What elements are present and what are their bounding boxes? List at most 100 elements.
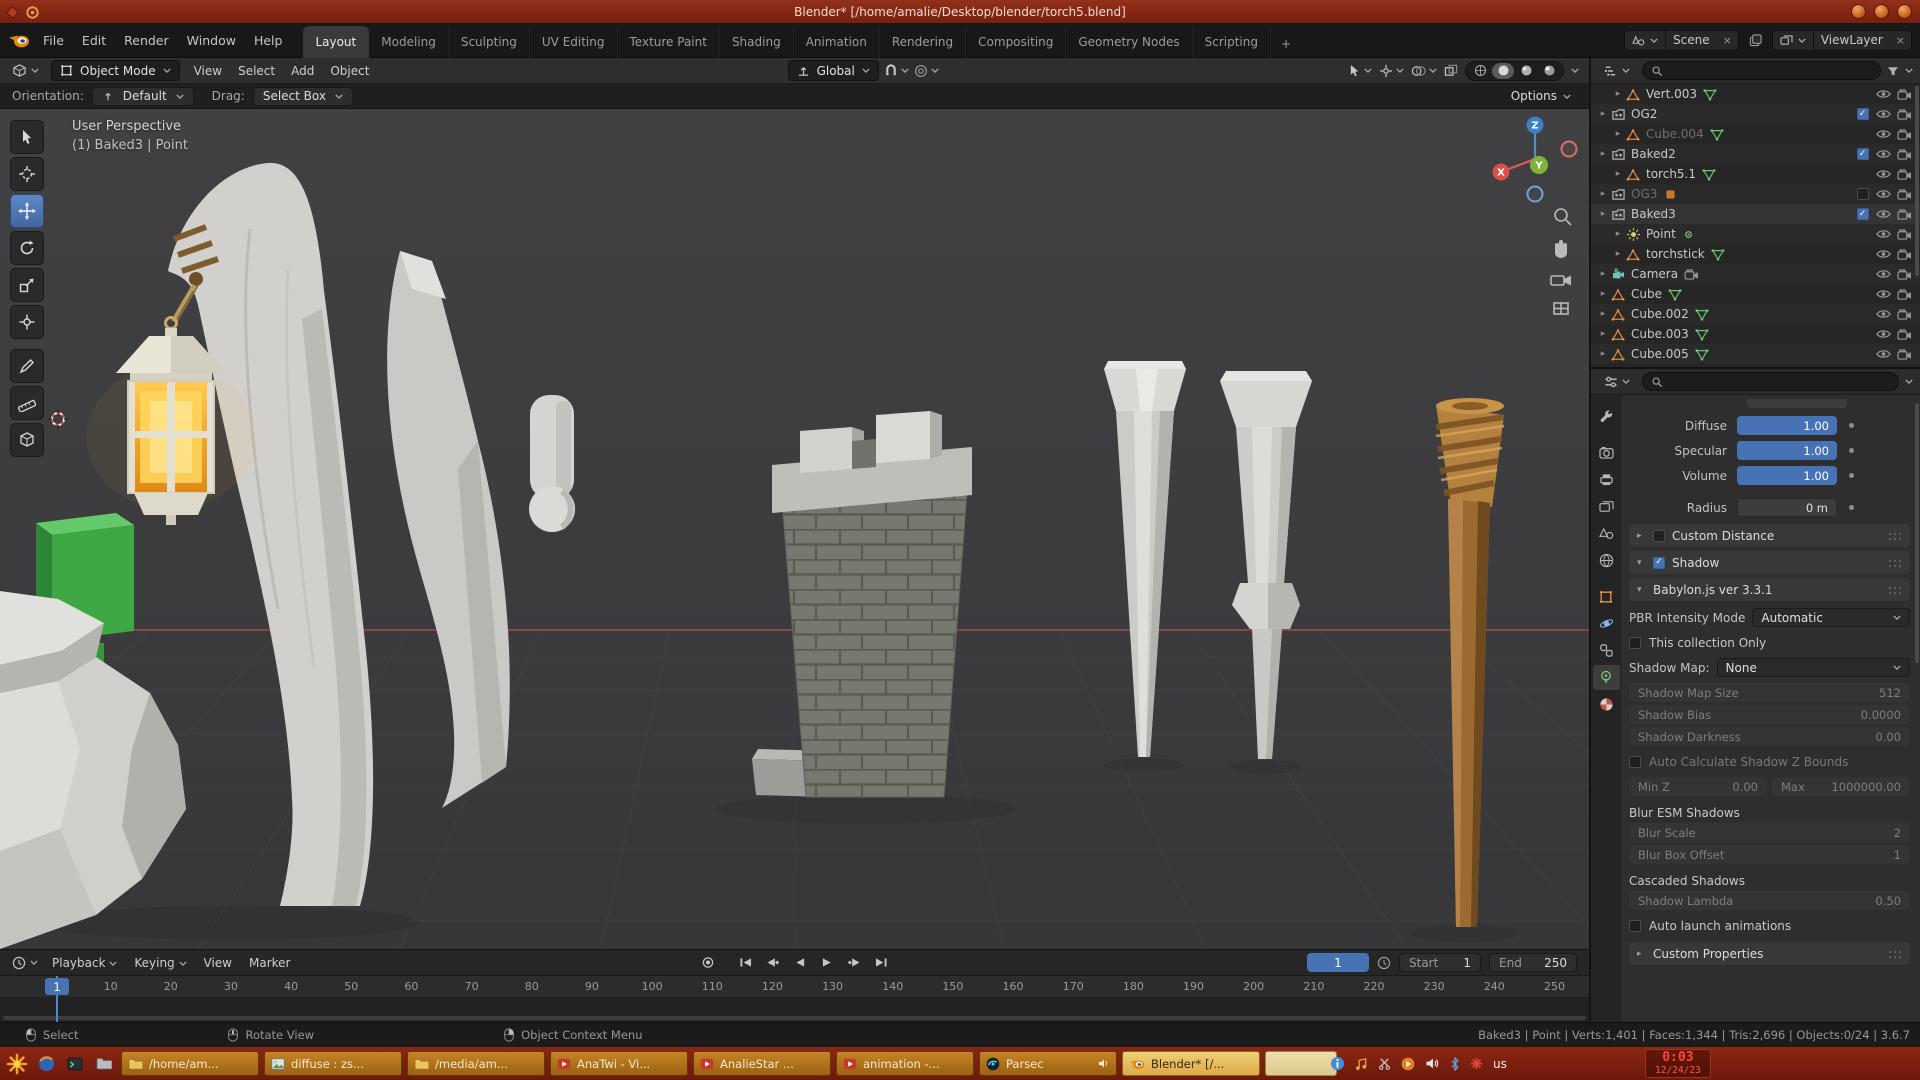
properties-tab-scene[interactable] xyxy=(1593,521,1620,546)
outliner-row-cube-003[interactable]: ▸ Cube.003 xyxy=(1591,324,1920,344)
radius-slider[interactable]: 0 m xyxy=(1737,498,1837,517)
tray-volume-icon[interactable] xyxy=(1425,1057,1440,1070)
outliner-scrollbar[interactable] xyxy=(1915,86,1919,276)
pbr-intensity-mode-dropdown[interactable]: Automatic xyxy=(1752,608,1910,627)
disable-in-renders-icon[interactable] xyxy=(1894,289,1915,300)
maximize-button[interactable] xyxy=(1874,4,1889,19)
expand-icon[interactable]: ▸ xyxy=(1597,109,1609,119)
shadow-map-dropdown[interactable]: None xyxy=(1717,658,1910,677)
snap-magnet-icon[interactable] xyxy=(884,64,909,78)
workspace-tab-layout[interactable]: Layout xyxy=(303,26,369,58)
clipped-property-row[interactable] xyxy=(1629,399,1910,411)
auto-keying-button[interactable] xyxy=(696,953,720,972)
new-scene-button[interactable] xyxy=(1749,33,1762,47)
workspace-tab-rendering[interactable]: Rendering xyxy=(880,26,966,58)
expand-icon[interactable]: ▸ xyxy=(1597,209,1609,219)
expand-icon[interactable]: ▸ xyxy=(1597,289,1609,299)
shading-wireframe-icon[interactable] xyxy=(1469,63,1491,79)
drag-dropdown[interactable]: Select Box xyxy=(253,87,353,106)
hide-in-viewport-icon[interactable] xyxy=(1873,308,1894,320)
terminal-launcher-icon[interactable] xyxy=(63,1051,87,1077)
previous-keyframe-button[interactable] xyxy=(761,953,785,972)
close-button[interactable] xyxy=(1897,4,1912,19)
outliner-options-chevron[interactable] xyxy=(1905,68,1913,73)
workspace-tab-animation[interactable]: Animation xyxy=(794,26,880,58)
expand-icon[interactable]: ▸ xyxy=(1597,309,1609,319)
menu-render[interactable]: Render xyxy=(115,30,178,51)
taskbar-window-anatwi-vi[interactable]: AnaTwi - Vi... xyxy=(550,1051,688,1076)
options-dropdown[interactable]: Options xyxy=(1511,89,1577,103)
proportional-editing-icon[interactable] xyxy=(914,64,939,78)
expand-icon[interactable]: ▸ xyxy=(1612,229,1624,239)
viewport-menu-object[interactable]: Object xyxy=(322,61,377,81)
menu-file[interactable]: File xyxy=(34,30,73,51)
properties-search-input[interactable] xyxy=(1642,372,1899,391)
hide-in-viewport-icon[interactable] xyxy=(1873,188,1894,200)
hide-in-viewport-icon[interactable] xyxy=(1873,248,1894,260)
specular-slider[interactable]: 1.00 xyxy=(1737,441,1837,460)
taskbar-window-parsec[interactable]: Parsec xyxy=(979,1051,1117,1076)
properties-tab-tool[interactable] xyxy=(1593,404,1620,429)
panel-custom-distance[interactable]: ▸ Custom Distance xyxy=(1629,524,1910,547)
this-collection-only-checkbox[interactable] xyxy=(1629,637,1641,649)
collection-exclude-checkbox[interactable] xyxy=(1857,188,1869,200)
timeline-menu-playback[interactable]: Playback xyxy=(44,953,125,973)
viewlayer-browse-button[interactable] xyxy=(1773,31,1813,50)
blur-box-offset-field[interactable]: Blur Box Offset1 xyxy=(1629,845,1910,864)
timeline-menu-keying[interactable]: Keying xyxy=(126,953,194,973)
taskbar-window-animation[interactable]: animation -... xyxy=(836,1051,974,1076)
max-field[interactable]: Max1000000.00 xyxy=(1772,777,1910,796)
timeline-strip[interactable]: 1102030405060708090100110120130140150160… xyxy=(0,976,1589,1022)
outliner-row-cube-002[interactable]: ▸ Cube.002 xyxy=(1591,304,1920,324)
workspace-tab-sculpting[interactable]: Sculpting xyxy=(449,26,530,58)
object-name[interactable]: Baked3 xyxy=(1631,207,1676,221)
properties-options-chevron[interactable] xyxy=(1905,379,1913,384)
timeline-ruler[interactable]: 1102030405060708090100110120130140150160… xyxy=(0,976,1589,998)
collection-exclude-checkbox[interactable]: ✓ xyxy=(1857,208,1869,220)
object-name[interactable]: Camera xyxy=(1631,267,1678,281)
panel-shadow[interactable]: ▾ ✓ Shadow xyxy=(1629,551,1910,574)
object-name[interactable]: Cube.004 xyxy=(1646,127,1704,141)
outliner-row-vert-003[interactable]: ▸ Vert.003 xyxy=(1591,84,1920,104)
workspace-tab-uv-editing[interactable]: UV Editing xyxy=(530,26,618,58)
gizmo-negative-x[interactable] xyxy=(1562,142,1577,157)
gizmo-y-label[interactable]: Y xyxy=(1534,161,1543,172)
auto-launch-animations-checkbox[interactable] xyxy=(1629,920,1641,932)
mode-dropdown[interactable]: Object Mode xyxy=(51,60,180,81)
disable-in-renders-icon[interactable] xyxy=(1894,309,1915,320)
gizmo-negative-z[interactable] xyxy=(1528,187,1543,202)
disable-in-renders-icon[interactable] xyxy=(1894,209,1915,220)
outliner-row-cube-005[interactable]: ▸ Cube.005 xyxy=(1591,344,1920,364)
gizmo-z-label[interactable]: Z xyxy=(1531,121,1538,132)
outliner-row-torch5-1[interactable]: ▸ torch5.1 xyxy=(1591,164,1920,184)
keyboard-layout-indicator[interactable]: us xyxy=(1493,1057,1507,1071)
object-name[interactable]: OG3 xyxy=(1631,187,1657,201)
disable-in-renders-icon[interactable] xyxy=(1894,169,1915,180)
measure-tool[interactable] xyxy=(10,386,44,420)
rotate-tool[interactable] xyxy=(10,231,44,265)
workspace-tab-geometry-nodes[interactable]: Geometry Nodes xyxy=(1066,26,1192,58)
outliner-row-camera[interactable]: ▸ Camera xyxy=(1591,264,1920,284)
auto-calculate-shadow-z-bounds-checkbox[interactable] xyxy=(1629,756,1641,768)
object-name[interactable]: torch5.1 xyxy=(1646,167,1696,181)
taskbar-window-analiestar[interactable]: AnalieStar ... xyxy=(693,1051,831,1076)
expand-icon[interactable]: ▸ xyxy=(1612,89,1624,99)
viewport-menu-select[interactable]: Select xyxy=(230,61,283,81)
blur-scale-field[interactable]: Blur Scale2 xyxy=(1629,823,1910,842)
play-button[interactable] xyxy=(815,953,839,972)
hide-in-viewport-icon[interactable] xyxy=(1873,148,1894,160)
object-name[interactable]: torchstick xyxy=(1646,247,1705,261)
taskbar-window-blank[interactable] xyxy=(1265,1051,1337,1076)
workspace-tab-texture-paint[interactable]: Texture Paint xyxy=(618,26,720,58)
properties-tab-render[interactable] xyxy=(1593,440,1620,465)
blender-logo-icon[interactable] xyxy=(8,33,30,48)
jump-to-end-button[interactable] xyxy=(869,953,893,972)
object-name[interactable]: OG2 xyxy=(1631,107,1657,121)
object-name[interactable]: Cube.003 xyxy=(1631,327,1689,341)
move-tool[interactable] xyxy=(10,194,44,228)
collection-exclude-checkbox[interactable]: ✓ xyxy=(1857,108,1869,120)
outliner-row-og3[interactable]: ▸ OG3 xyxy=(1591,184,1920,204)
shading-rendered-icon[interactable] xyxy=(1538,63,1560,79)
frame-start-field[interactable]: Start1 xyxy=(1399,953,1481,972)
disable-in-renders-icon[interactable] xyxy=(1894,349,1915,360)
